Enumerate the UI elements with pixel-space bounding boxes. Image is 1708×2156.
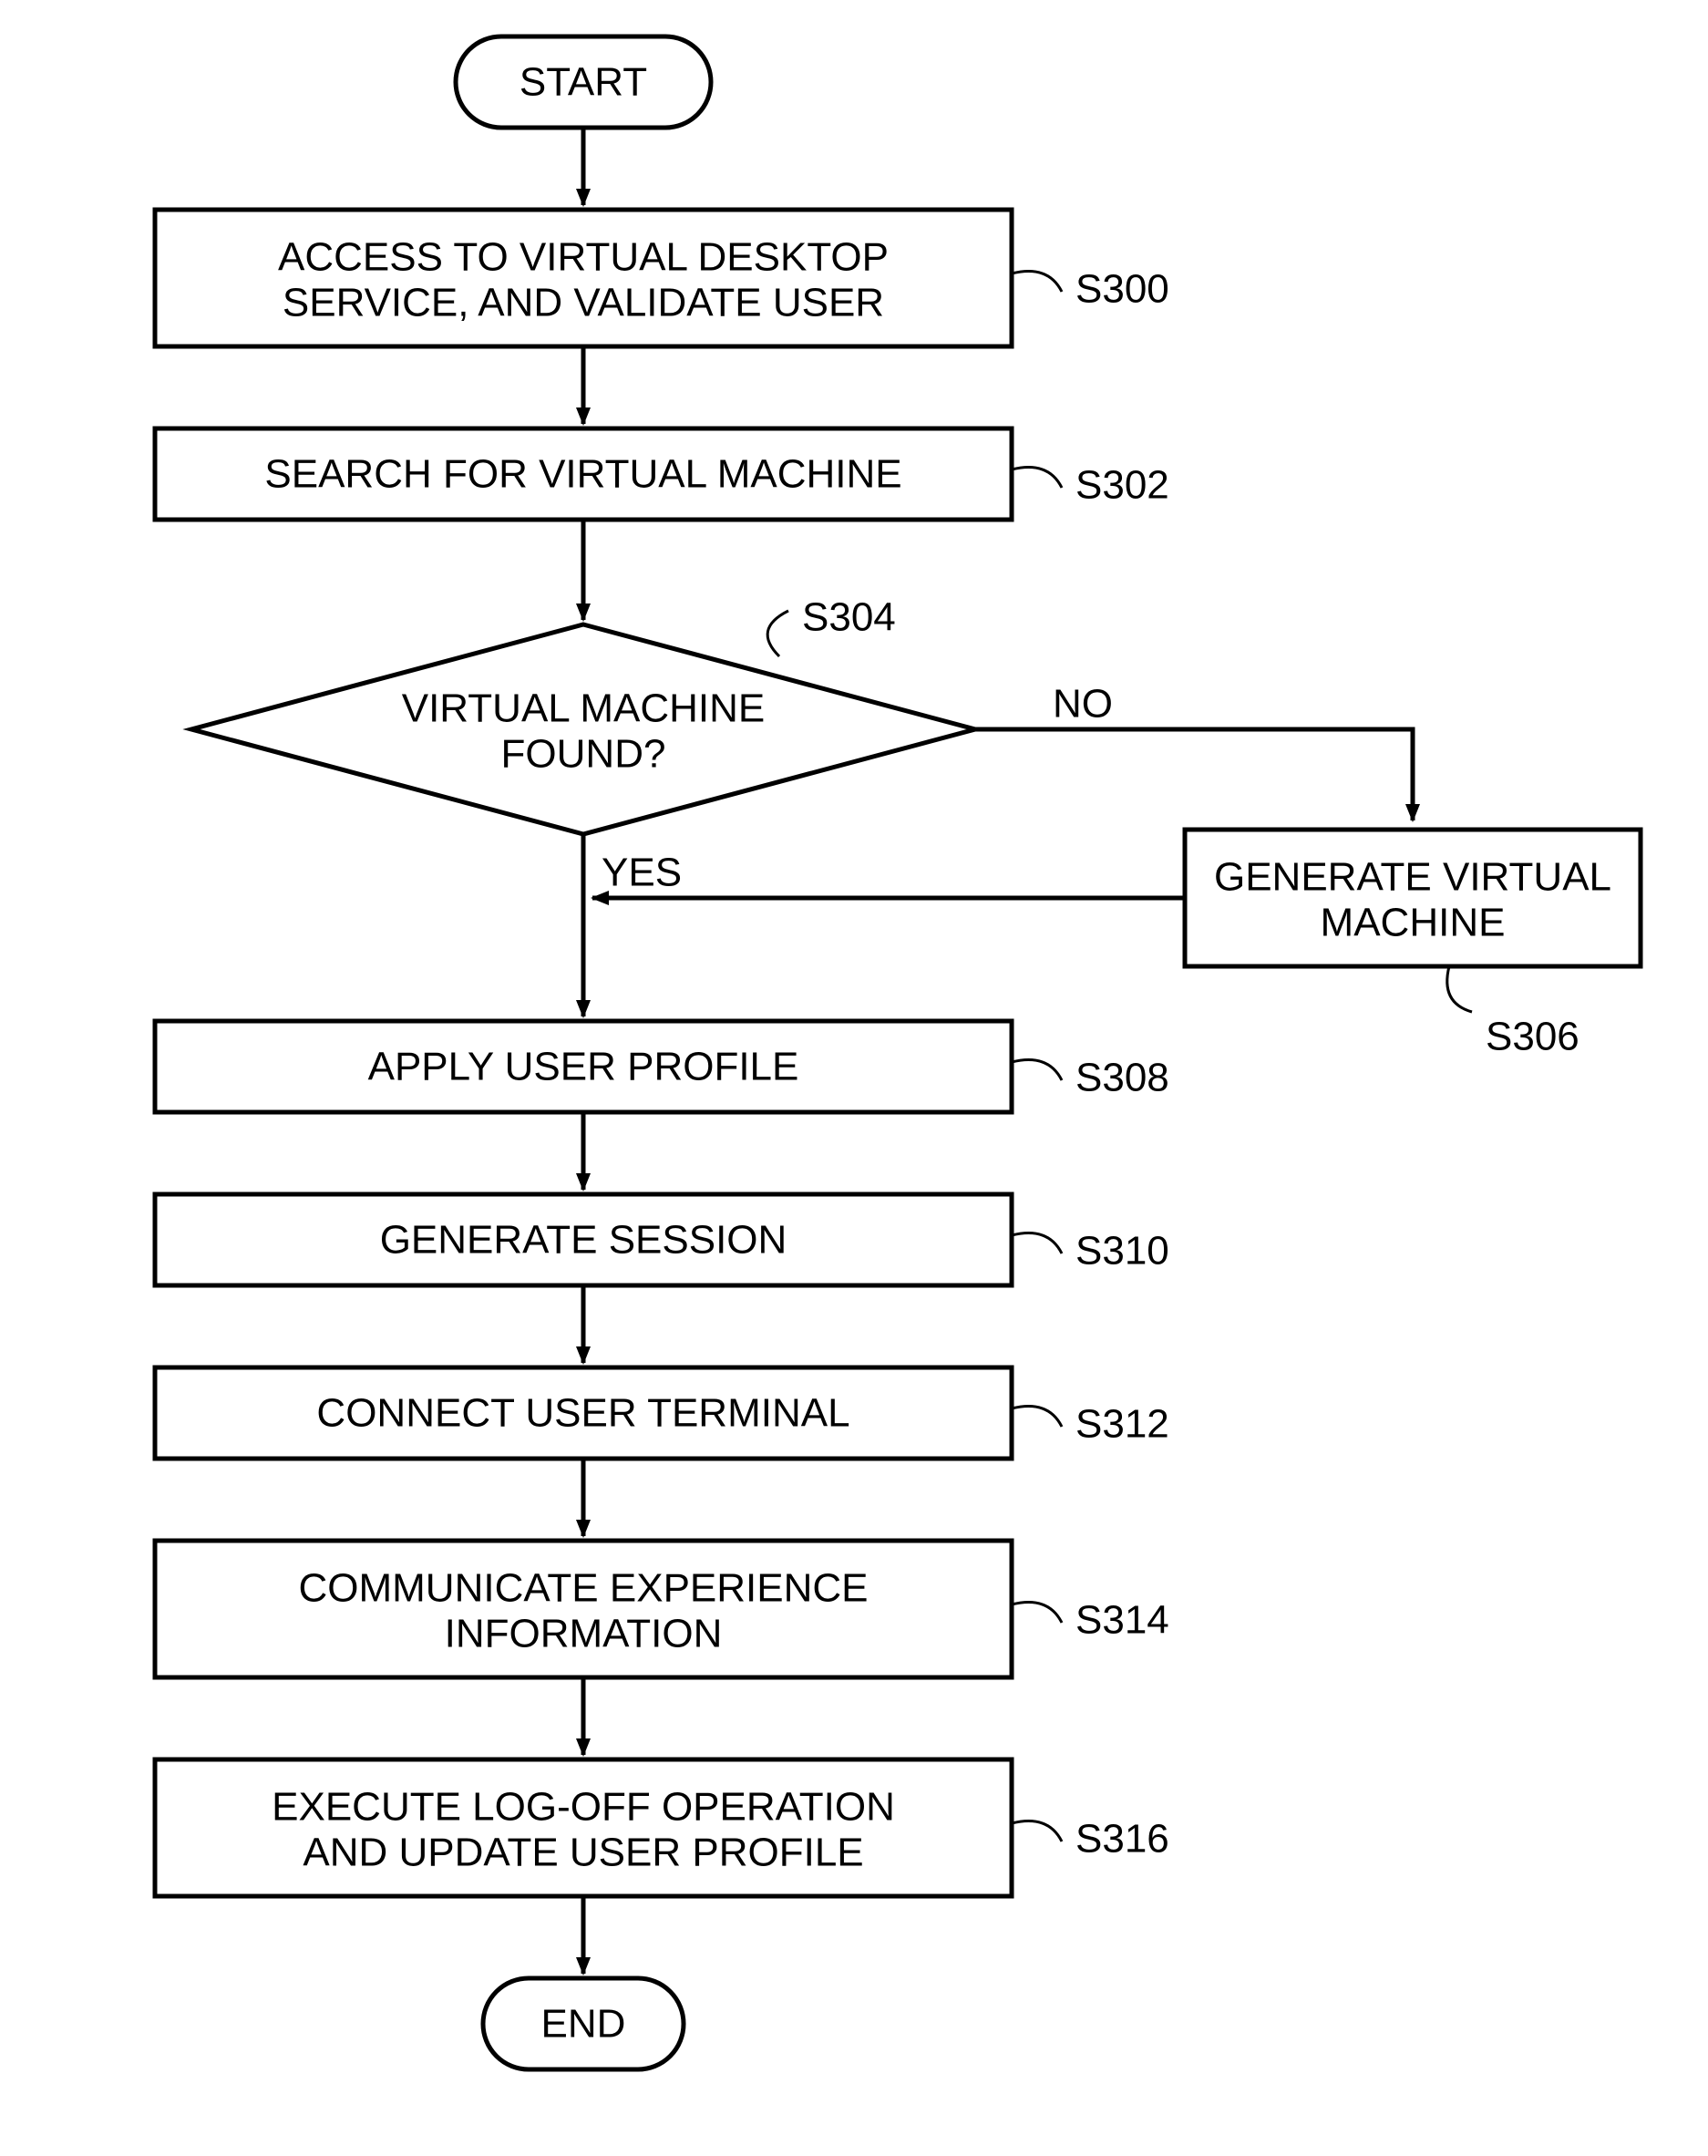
step-s308: APPLY USER PROFILE [155, 1021, 1012, 1112]
label-tick [1012, 468, 1062, 489]
label-tick [1012, 1603, 1062, 1624]
s300-line1: ACCESS TO VIRTUAL DESKTOP [278, 235, 889, 280]
label-tick [1012, 1060, 1062, 1081]
s306-line2: MACHINE [1321, 901, 1506, 945]
label-tick [1012, 1407, 1062, 1428]
s304-label: S304 [802, 595, 896, 640]
s314-line2: INFORMATION [445, 1612, 723, 1656]
s300-label: S300 [1075, 267, 1169, 312]
step-s310: GENERATE SESSION [155, 1194, 1012, 1285]
end-text: END [541, 2002, 626, 2047]
s304-line2: FOUND? [501, 732, 666, 777]
arrow-no [975, 729, 1413, 820]
s316-line2: AND UPDATE USER PROFILE [303, 1831, 863, 1875]
s304-line1: VIRTUAL MACHINE [402, 686, 766, 731]
no-label: NO [1053, 682, 1113, 727]
label-tick [1012, 1233, 1062, 1254]
s316-label: S316 [1075, 1817, 1169, 1862]
label-tick [1012, 1821, 1062, 1842]
s310-label: S310 [1075, 1229, 1169, 1274]
step-s300: ACCESS TO VIRTUAL DESKTOP SERVICE, AND V… [155, 210, 1012, 346]
s302-label: S302 [1075, 463, 1169, 508]
step-s302: SEARCH FOR VIRTUAL MACHINE [155, 428, 1012, 520]
s314-label: S314 [1075, 1598, 1169, 1643]
s312-label: S312 [1075, 1402, 1169, 1447]
s308-line1: APPLY USER PROFILE [368, 1045, 799, 1089]
step-s312: CONNECT USER TERMINAL [155, 1367, 1012, 1459]
s302-line1: SEARCH FOR VIRTUAL MACHINE [264, 452, 901, 497]
s306-line1: GENERATE VIRTUAL [1214, 855, 1611, 900]
s312-line1: CONNECT USER TERMINAL [316, 1391, 849, 1436]
step-s314: COMMUNICATE EXPERIENCE INFORMATION [155, 1541, 1012, 1677]
step-s306: GENERATE VIRTUAL MACHINE [1185, 830, 1641, 966]
end-terminator: END [483, 1978, 684, 2069]
s300-line2: SERVICE, AND VALIDATE USER [283, 281, 884, 325]
start-terminator: START [456, 36, 711, 128]
s316-line1: EXECUTE LOG-OFF OPERATION [272, 1785, 895, 1830]
s306-label: S306 [1486, 1015, 1579, 1059]
label-tick [767, 611, 788, 656]
s314-line1: COMMUNICATE EXPERIENCE [298, 1566, 868, 1611]
yes-label: YES [602, 851, 682, 895]
label-tick [1012, 272, 1062, 293]
step-s316: EXECUTE LOG-OFF OPERATION AND UPDATE USE… [155, 1759, 1012, 1896]
decision-s304: VIRTUAL MACHINE FOUND? [191, 624, 975, 834]
start-text: START [520, 60, 647, 105]
s308-label: S308 [1075, 1056, 1169, 1100]
s310-line1: GENERATE SESSION [380, 1218, 787, 1263]
label-tick [1447, 966, 1472, 1012]
